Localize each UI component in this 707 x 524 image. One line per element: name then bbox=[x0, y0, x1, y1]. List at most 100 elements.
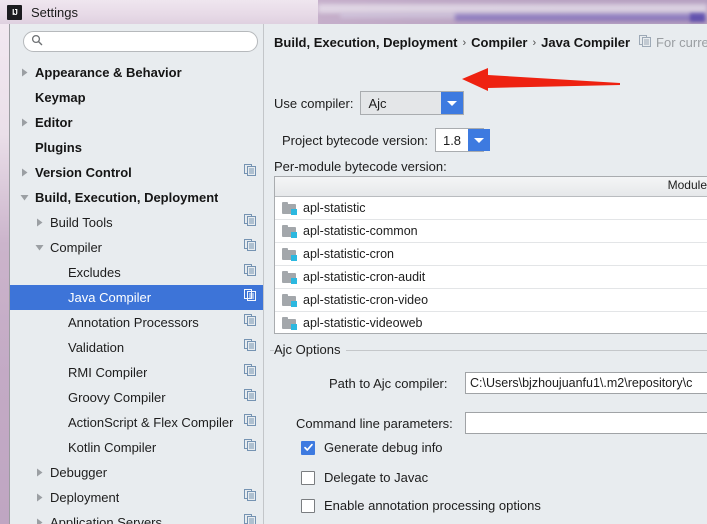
breadcrumb-separator: › bbox=[462, 37, 466, 49]
module-name: apl-statistic-cron bbox=[303, 247, 394, 261]
tree-indent-spacer bbox=[51, 260, 64, 285]
sidebar-item-application-servers[interactable]: Application Servers bbox=[9, 510, 264, 524]
chevron-right-icon[interactable] bbox=[18, 110, 31, 135]
table-row[interactable]: apl-statistic-cron-audit bbox=[275, 266, 707, 289]
copy-icon[interactable] bbox=[244, 385, 256, 410]
dialog-title-bar: IJ Settings bbox=[0, 0, 318, 24]
sidebar-item-label: Java Compiler bbox=[68, 285, 151, 310]
per-module-bytecode-label-row: Per-module bytecode version: bbox=[274, 159, 447, 174]
checkbox-label: Generate debug info bbox=[324, 440, 443, 455]
sidebar-item-label: Appearance & Behavior bbox=[35, 60, 182, 85]
sidebar-item-label: Version Control bbox=[35, 160, 132, 185]
chevron-right-icon[interactable] bbox=[18, 160, 31, 185]
use-compiler-dropdown[interactable]: Ajc bbox=[360, 91, 464, 115]
sidebar-item-label: Build Tools bbox=[50, 210, 113, 235]
copy-icon[interactable] bbox=[244, 510, 256, 524]
sidebar-item-version-control[interactable]: Version Control bbox=[9, 160, 264, 185]
sidebar-item-appearance-behavior[interactable]: Appearance & Behavior bbox=[9, 60, 264, 85]
copy-icon bbox=[639, 35, 651, 50]
sidebar-item-build-execution-deployment[interactable]: Build, Execution, Deployment bbox=[9, 185, 264, 210]
sidebar-item-rmi-compiler[interactable]: RMI Compiler bbox=[9, 360, 264, 385]
table-row[interactable]: apl-statistic-cron bbox=[275, 243, 707, 266]
sidebar-item-label: Build, Execution, Deployment bbox=[35, 185, 218, 210]
copy-icon[interactable] bbox=[244, 410, 256, 435]
sidebar-item-label: Plugins bbox=[35, 135, 82, 160]
sidebar-item-annotation-processors[interactable]: Annotation Processors bbox=[9, 310, 264, 335]
chevron-right-icon[interactable] bbox=[33, 210, 46, 235]
checkbox-delegate-to-javac[interactable]: Delegate to Javac bbox=[301, 470, 428, 485]
chevron-right-icon[interactable] bbox=[18, 60, 31, 85]
checkbox-unchecked-icon[interactable] bbox=[301, 499, 315, 513]
tree-indent-spacer bbox=[51, 335, 64, 360]
checkbox-unchecked-icon[interactable] bbox=[301, 471, 315, 485]
sidebar-item-excludes[interactable]: Excludes bbox=[9, 260, 264, 285]
settings-tree: Appearance & BehaviorKeymapEditorPlugins… bbox=[9, 60, 264, 524]
chevron-down-icon[interactable] bbox=[468, 129, 490, 151]
tree-indent-spacer bbox=[51, 285, 64, 310]
sidebar-item-actionscript-flex-compiler[interactable]: ActionScript & Flex Compiler bbox=[9, 410, 264, 435]
checkbox-generate-debug-info[interactable]: Generate debug info bbox=[301, 440, 443, 455]
module-folder-icon bbox=[282, 294, 297, 307]
command-line-parameters-label: Command line parameters: bbox=[296, 416, 453, 431]
copy-icon[interactable] bbox=[244, 335, 256, 360]
tree-indent-spacer bbox=[18, 135, 31, 160]
copy-icon[interactable] bbox=[244, 310, 256, 335]
table-row[interactable]: apl-statistic-videoweb bbox=[275, 312, 707, 334]
copy-icon[interactable] bbox=[244, 235, 256, 260]
sidebar-item-label: Deployment bbox=[50, 485, 119, 510]
module-name: apl-statistic-videoweb bbox=[303, 316, 423, 330]
chevron-right-icon[interactable] bbox=[33, 485, 46, 510]
sidebar-item-plugins[interactable]: Plugins bbox=[9, 135, 264, 160]
use-compiler-value: Ajc bbox=[361, 92, 441, 114]
sidebar-item-deployment[interactable]: Deployment bbox=[9, 485, 264, 510]
sidebar-item-editor[interactable]: Editor bbox=[9, 110, 264, 135]
project-bytecode-dropdown[interactable]: 1.8 bbox=[435, 128, 484, 152]
checkbox-checked-icon[interactable] bbox=[301, 441, 315, 455]
chevron-right-icon[interactable] bbox=[33, 460, 46, 485]
sidebar-item-label: ActionScript & Flex Compiler bbox=[68, 410, 233, 435]
copy-icon[interactable] bbox=[244, 285, 256, 310]
breadcrumb-part-build[interactable]: Build, Execution, Deployment bbox=[274, 35, 457, 50]
table-row[interactable]: apl-statistic-common bbox=[275, 220, 707, 243]
sidebar-item-java-compiler[interactable]: Java Compiler bbox=[9, 285, 264, 310]
search-input[interactable] bbox=[47, 33, 257, 50]
sidebar-divider bbox=[9, 24, 10, 524]
copy-icon[interactable] bbox=[244, 485, 256, 510]
tree-indent-spacer bbox=[51, 410, 64, 435]
sidebar-item-groovy-compiler[interactable]: Groovy Compiler bbox=[9, 385, 264, 410]
chevron-right-icon[interactable] bbox=[33, 510, 46, 524]
table-row[interactable]: apl-statistic-cron-video bbox=[275, 289, 707, 312]
copy-icon[interactable] bbox=[244, 360, 256, 385]
module-folder-icon bbox=[282, 225, 297, 238]
settings-sidebar: Appearance & BehaviorKeymapEditorPlugins… bbox=[9, 24, 264, 524]
copy-icon[interactable] bbox=[244, 435, 256, 460]
copy-icon[interactable] bbox=[244, 160, 256, 185]
chevron-down-icon[interactable] bbox=[33, 235, 46, 260]
path-to-ajc-input[interactable]: C:\Users\bjzhoujuanfu1\.m2\repository\c bbox=[465, 372, 707, 394]
copy-icon[interactable] bbox=[244, 260, 256, 285]
command-line-parameters-input[interactable] bbox=[465, 412, 707, 434]
sidebar-item-validation[interactable]: Validation bbox=[9, 335, 264, 360]
chevron-down-icon[interactable] bbox=[441, 92, 463, 114]
table-column-header-module[interactable]: Module bbox=[668, 178, 707, 192]
chevron-down-icon[interactable] bbox=[18, 185, 31, 210]
sidebar-item-kotlin-compiler[interactable]: Kotlin Compiler bbox=[9, 435, 264, 460]
use-compiler-label: Use compiler: bbox=[274, 96, 353, 111]
module-name: apl-statistic-common bbox=[303, 224, 418, 238]
search-box[interactable] bbox=[23, 31, 258, 52]
copy-icon[interactable] bbox=[244, 210, 256, 235]
dialog-title: Settings bbox=[31, 5, 78, 20]
per-module-bytecode-table[interactable]: Module apl-statistic apl-statistic-common… bbox=[274, 176, 707, 334]
breadcrumb-part-compiler[interactable]: Compiler bbox=[471, 35, 527, 50]
sidebar-item-keymap[interactable]: Keymap bbox=[9, 85, 264, 110]
checkbox-enable-annotation-processing-options[interactable]: Enable annotation processing options bbox=[301, 498, 541, 513]
project-bytecode-label: Project bytecode version: bbox=[282, 133, 428, 148]
sidebar-item-build-tools[interactable]: Build Tools bbox=[9, 210, 264, 235]
settings-dialog: IJ Settings Appearance & BehaviorKeymapE… bbox=[0, 0, 707, 524]
sidebar-item-debugger[interactable]: Debugger bbox=[9, 460, 264, 485]
sidebar-item-compiler[interactable]: Compiler bbox=[9, 235, 264, 260]
sidebar-item-label: Excludes bbox=[68, 260, 121, 285]
module-folder-icon bbox=[282, 202, 297, 215]
table-row[interactable]: apl-statistic bbox=[275, 197, 707, 220]
module-folder-icon bbox=[282, 317, 297, 330]
